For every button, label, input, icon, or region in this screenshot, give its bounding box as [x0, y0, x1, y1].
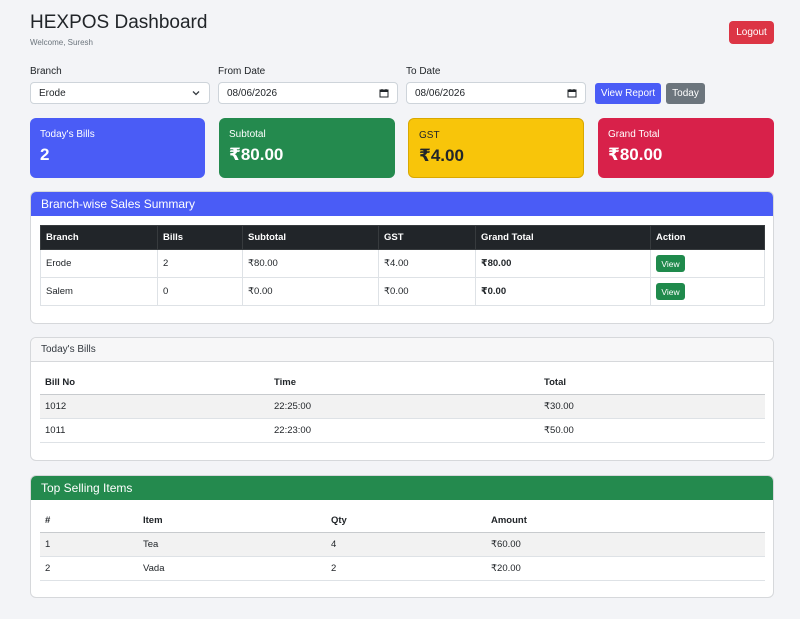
- stat-label: Today's Bills: [40, 129, 95, 140]
- bills-cell: 0: [157, 277, 243, 306]
- top-items-card: Top Selling Items # Item Qty Amount 1 Te…: [30, 475, 774, 598]
- page-header: HEXPOS Dashboard Welcome, Suresh: [30, 12, 207, 47]
- subtotal-cell: ₹80.00: [242, 249, 379, 278]
- page-title: HEXPOS Dashboard: [30, 12, 208, 33]
- time-cell: 22:23:00: [269, 418, 539, 443]
- stat-card-gst: GST ₹4.00: [408, 118, 584, 178]
- stat-value: ₹80.00: [229, 145, 284, 164]
- todays-bills-table: Bill No Time Total 1012 22:25:00 ₹30.00 …: [40, 371, 765, 443]
- gst-cell: ₹0.00: [378, 277, 476, 306]
- welcome-text: Welcome, Suresh: [30, 38, 93, 47]
- column-header: Subtotal: [242, 225, 379, 250]
- stat-label: GST: [419, 130, 440, 141]
- from-date-input[interactable]: 08/06/2026: [218, 82, 398, 104]
- item-cell: Vada: [138, 556, 326, 581]
- item-cell: Tea: [138, 532, 326, 557]
- column-header: Grand Total: [475, 225, 651, 250]
- stat-label: Grand Total: [608, 129, 660, 140]
- column-header: #: [40, 509, 138, 533]
- view-report-button[interactable]: View Report: [595, 83, 661, 104]
- stat-label: Subtotal: [229, 129, 266, 140]
- gst-cell: ₹4.00: [378, 249, 476, 278]
- chevron-down-icon: [191, 88, 201, 98]
- logout-button[interactable]: Logout: [729, 21, 774, 44]
- today-button[interactable]: Today: [666, 83, 705, 104]
- view-branch-button[interactable]: View: [656, 283, 685, 300]
- column-header: Total: [539, 371, 765, 395]
- branch-summary-card: Branch-wise Sales Summary Branch Bills S…: [30, 191, 774, 324]
- from-date-value: 08/06/2026: [227, 87, 278, 99]
- stat-value: ₹80.00: [608, 145, 663, 164]
- from-date-label: From Date: [218, 66, 266, 77]
- column-header: Time: [269, 371, 539, 395]
- to-date-value: 08/06/2026: [415, 87, 466, 99]
- view-branch-button[interactable]: View: [656, 255, 685, 272]
- branch-select[interactable]: Erode: [30, 82, 210, 104]
- rank-cell: 2: [40, 556, 138, 581]
- qty-cell: 4: [326, 532, 486, 557]
- todays-bills-title: Today's Bills: [31, 338, 773, 362]
- action-cell: View: [650, 249, 765, 278]
- grand-total-cell: ₹0.00: [475, 277, 651, 306]
- column-header: Amount: [486, 509, 765, 533]
- table-row: Erode 2 ₹80.00 ₹4.00 ₹80.00 View: [40, 249, 765, 278]
- branch-summary-table: Branch Bills Subtotal GST Grand Total Ac…: [40, 225, 765, 306]
- column-header: Item: [138, 509, 326, 533]
- total-cell: ₹30.00: [539, 394, 765, 419]
- grand-total-cell: ₹80.00: [475, 249, 651, 278]
- rank-cell: 1: [40, 532, 138, 557]
- amount-cell: ₹20.00: [486, 556, 765, 581]
- stat-card-subtotal: Subtotal ₹80.00: [219, 118, 395, 178]
- column-header: GST: [378, 225, 476, 250]
- amount-cell: ₹60.00: [486, 532, 765, 557]
- branch-select-value: Erode: [39, 87, 66, 99]
- bill-no-cell: 1011: [40, 418, 269, 443]
- subtotal-cell: ₹0.00: [242, 277, 379, 306]
- table-row: 1012 22:25:00 ₹30.00: [40, 394, 765, 419]
- to-date-label: To Date: [406, 66, 441, 77]
- column-header: Qty: [326, 509, 486, 533]
- stat-card-bills: Today's Bills 2: [30, 118, 205, 178]
- top-items-title: Top Selling Items: [31, 476, 773, 500]
- calendar-icon[interactable]: [379, 88, 389, 98]
- stat-value: ₹4.00: [419, 146, 464, 165]
- table-row: 2 Vada 2 ₹20.00: [40, 556, 765, 581]
- stat-card-grand-total: Grand Total ₹80.00: [598, 118, 774, 178]
- table-row: 1011 22:23:00 ₹50.00: [40, 418, 765, 443]
- qty-cell: 2: [326, 556, 486, 581]
- table-row: 1 Tea 4 ₹60.00: [40, 532, 765, 557]
- bill-no-cell: 1012: [40, 394, 269, 419]
- branch-label: Branch: [30, 66, 62, 77]
- column-header: Bills: [157, 225, 243, 250]
- stat-value: 2: [40, 145, 50, 164]
- to-date-input[interactable]: 08/06/2026: [406, 82, 586, 104]
- column-header: Action: [650, 225, 765, 250]
- todays-bills-card: Today's Bills Bill No Time Total 1012 22…: [30, 337, 774, 461]
- table-row: Salem 0 ₹0.00 ₹0.00 ₹0.00 View: [40, 277, 765, 306]
- branch-summary-title: Branch-wise Sales Summary: [31, 192, 773, 216]
- column-header: Bill No: [40, 371, 269, 395]
- top-items-table: # Item Qty Amount 1 Tea 4 ₹60.00 2 Vada …: [40, 509, 765, 581]
- bills-cell: 2: [157, 249, 243, 278]
- action-cell: View: [650, 277, 765, 306]
- branch-cell: Erode: [40, 249, 158, 278]
- total-cell: ₹50.00: [539, 418, 765, 443]
- calendar-icon[interactable]: [567, 88, 577, 98]
- time-cell: 22:25:00: [269, 394, 539, 419]
- column-header: Branch: [40, 225, 158, 250]
- branch-cell: Salem: [40, 277, 158, 306]
